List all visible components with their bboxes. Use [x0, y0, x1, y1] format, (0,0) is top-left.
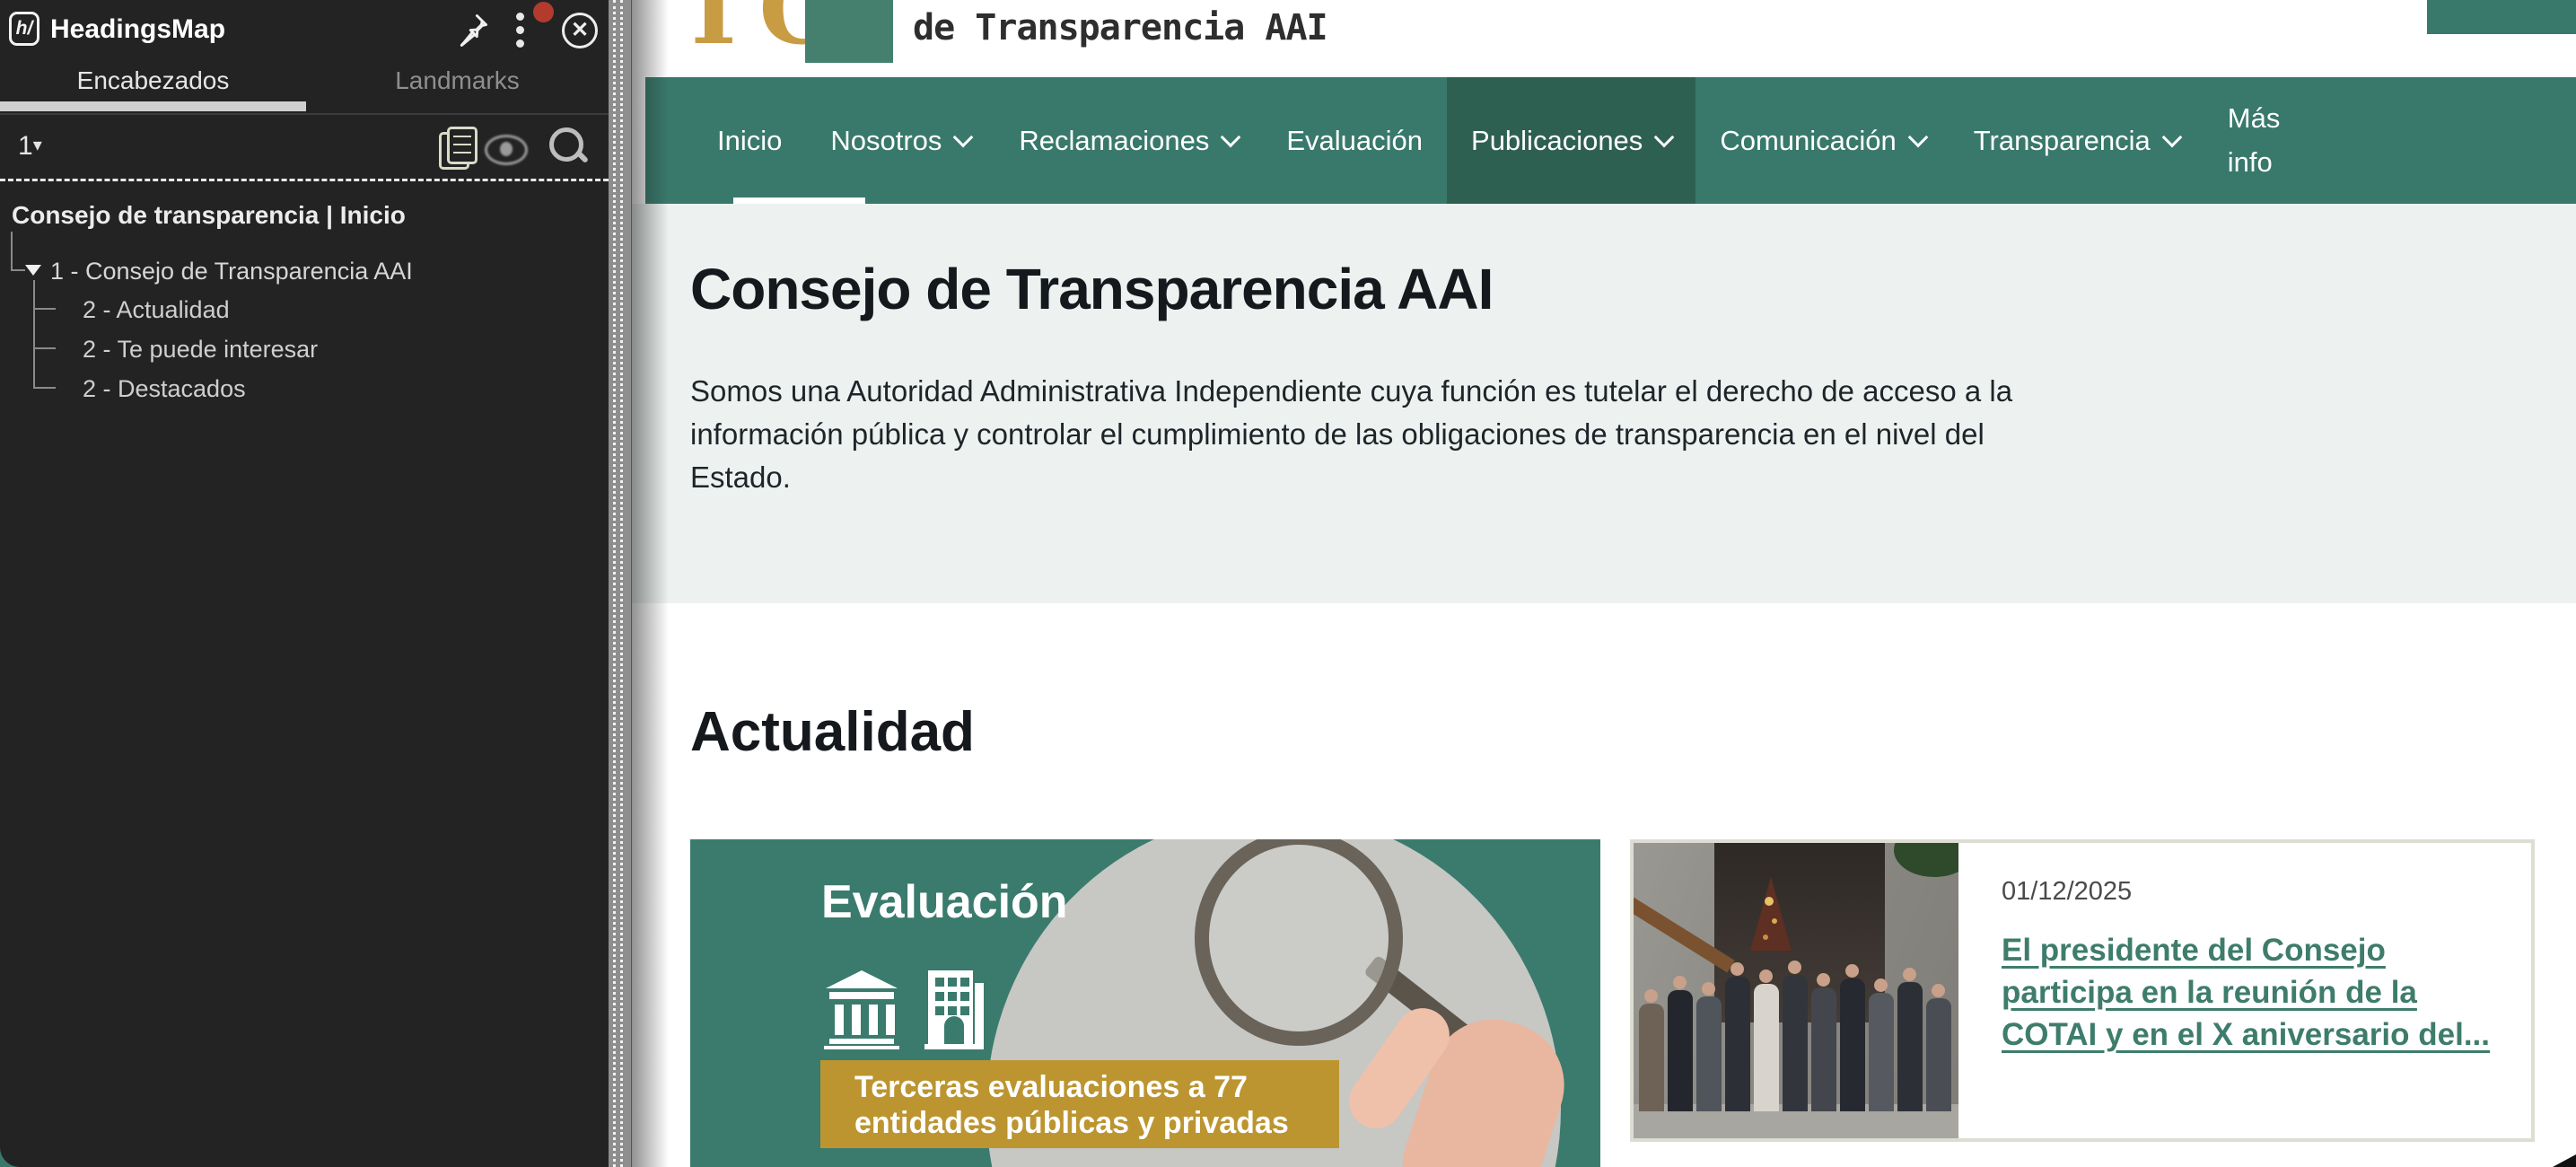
website-page: TC de Transparencia AAI Inicio Nosotros …	[628, 0, 2576, 1167]
heading-level-selector[interactable]: 1▾	[18, 131, 42, 162]
tree-connector	[33, 280, 35, 388]
search-icon[interactable]	[548, 126, 589, 169]
tab-landmarks[interactable]: Landmarks	[306, 66, 609, 95]
nav-item-nosotros[interactable]: Nosotros	[806, 77, 994, 204]
active-tab-underline	[0, 101, 306, 111]
tree-item-h2[interactable]: 2 - Destacados	[83, 375, 246, 403]
news-section: Actualidad Evaluación	[628, 603, 2576, 1167]
caret-down-icon: ▾	[33, 136, 42, 155]
eye-icon[interactable]	[485, 135, 528, 165]
tree-item-h2[interactable]: 2 - Actualidad	[83, 296, 230, 324]
entity-icons	[824, 970, 984, 1049]
nav-label: Inicio	[717, 125, 782, 157]
close-icon[interactable]: ✕	[562, 13, 598, 48]
magnifier-icon	[1195, 839, 1403, 1046]
nav-item-publicaciones[interactable]: Publicaciones	[1447, 77, 1695, 204]
hero-description: Somos una Autoridad Administrativa Indep…	[690, 370, 2032, 499]
copy-icon[interactable]	[439, 127, 478, 170]
chevron-down-icon	[2161, 127, 2182, 147]
nav-item-evaluacion[interactable]: Evaluación	[1262, 77, 1447, 204]
panel-tabs: Encabezados Landmarks	[0, 63, 609, 115]
article-date: 01/12/2025	[2002, 877, 2132, 907]
nav-label: Publicaciones	[1471, 125, 1643, 157]
bank-icon	[824, 970, 899, 1049]
tree-connector	[11, 232, 13, 271]
main-nav: Inicio Nosotros Reclamaciones Evaluación…	[645, 77, 2576, 204]
notification-dot	[533, 2, 554, 22]
feature-card-evaluacion[interactable]: Evaluación	[690, 839, 1600, 1167]
nav-label: Comunicación	[1720, 125, 1896, 157]
article-photo	[1634, 843, 1958, 1138]
nav-label: Reclamaciones	[1019, 125, 1209, 157]
building-icon	[924, 970, 984, 1049]
menu-kebab-icon[interactable]	[516, 13, 524, 50]
site-header: TC de Transparencia AAI	[628, 0, 2576, 77]
nav-label: Transparencia	[1974, 125, 2151, 157]
photo-group-of-people	[1639, 959, 1953, 1111]
nav-label: Evaluación	[1286, 125, 1423, 157]
nav-label: Más info	[2228, 97, 2318, 183]
article-headline-link[interactable]: El presidente del Consejo participa en l…	[2002, 929, 2504, 1056]
article-card[interactable]: 01/12/2025 El presidente del Consejo par…	[1630, 839, 2535, 1142]
nav-label: Nosotros	[830, 125, 942, 157]
tree-connector	[33, 387, 56, 389]
tree-connector	[33, 347, 56, 349]
tree-item-h1[interactable]: 1 - Consejo de Transparencia AAI	[50, 258, 413, 285]
resize-grip-dots	[613, 0, 616, 1167]
document-title: Consejo de transparencia | Inicio	[12, 201, 406, 230]
nav-item-comunicacion[interactable]: Comunicación	[1695, 77, 1949, 204]
nav-item-reclamaciones[interactable]: Reclamaciones	[994, 77, 1262, 204]
tree-connector	[33, 308, 56, 310]
photo-lights	[1765, 897, 1774, 906]
panel-resize-handle[interactable]	[608, 0, 632, 1167]
headingsmap-panel: h/ HeadingsMap ✕ Encabezados Landmarks 1…	[0, 0, 609, 1167]
nav-item-transparencia[interactable]: Transparencia	[1950, 77, 2204, 204]
screen: TC de Transparencia AAI Inicio Nosotros …	[0, 0, 2576, 1167]
tab-encabezados[interactable]: Encabezados	[0, 66, 306, 95]
hero-section: Consejo de Transparencia AAI Somos una A…	[628, 204, 2576, 603]
nav-item-mas-info[interactable]: Más info	[2204, 77, 2342, 204]
chevron-down-icon	[1907, 127, 1928, 147]
chevron-down-icon	[1654, 127, 1675, 147]
banner-text: Terceras evaluaciones a 77 entidades púb…	[854, 1069, 1321, 1141]
chevron-down-icon	[1221, 127, 1241, 147]
photo-plant	[1894, 843, 1958, 877]
tree-connector	[11, 269, 25, 271]
nav-item-inicio[interactable]: Inicio	[693, 77, 806, 204]
logo-text: de Transparencia AAI	[913, 7, 1327, 48]
level-value: 1	[18, 131, 33, 161]
resize-grip-dots	[620, 0, 623, 1167]
page-title: Consejo de Transparencia AAI	[690, 256, 1493, 322]
news-cards-row: Evaluación	[690, 839, 2535, 1167]
section-title: Actualidad	[690, 700, 975, 764]
tree-item-h2[interactable]: 2 - Te puede interesar	[83, 336, 318, 364]
pin-icon[interactable]	[451, 11, 491, 50]
feature-card-banner: Terceras evaluaciones a 77 entidades púb…	[820, 1060, 1339, 1148]
header-action-button[interactable]	[2427, 0, 2576, 34]
panel-title: HeadingsMap	[50, 14, 225, 45]
tree-collapse-caret[interactable]	[25, 265, 41, 276]
feature-card-title: Evaluación	[821, 875, 1068, 929]
chevron-down-icon	[953, 127, 974, 147]
divider	[0, 179, 609, 181]
logo-square	[805, 0, 893, 63]
headingsmap-logo-icon: h/	[9, 12, 39, 46]
